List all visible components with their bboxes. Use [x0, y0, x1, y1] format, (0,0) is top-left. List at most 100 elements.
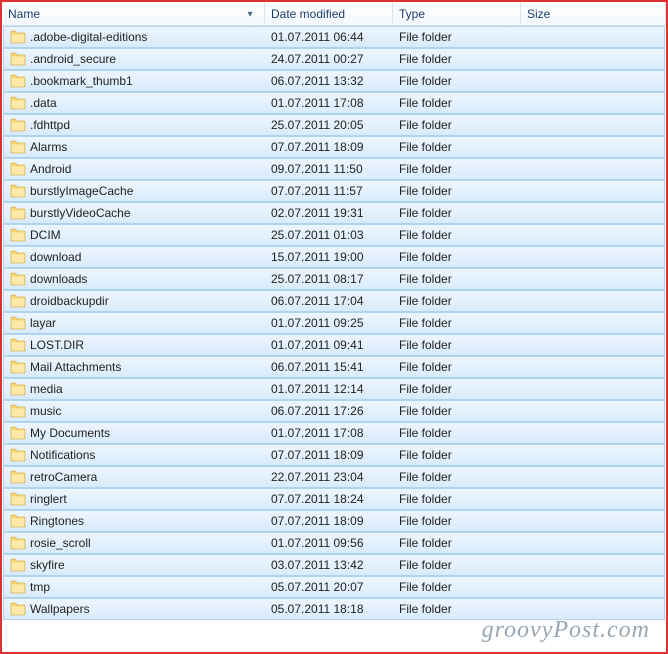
file-date-cell: 07.07.2011 18:09	[265, 514, 393, 528]
file-name-cell: download	[4, 250, 265, 264]
file-name-label: .bookmark_thumb1	[30, 74, 133, 88]
file-name-cell: layar	[4, 316, 265, 330]
column-header-date[interactable]: Date modified	[265, 2, 393, 25]
file-name-cell: skyfire	[4, 558, 265, 572]
file-type-cell: File folder	[393, 52, 521, 66]
file-name-label: .android_secure	[30, 52, 116, 66]
file-type-cell: File folder	[393, 250, 521, 264]
file-row[interactable]: layar01.07.2011 09:25File folder	[3, 312, 665, 334]
file-type-cell: File folder	[393, 536, 521, 550]
file-row[interactable]: .fdhttpd 25.07.2011 20:05File folder	[3, 114, 665, 136]
file-date-cell: 01.07.2011 17:08	[265, 426, 393, 440]
file-name-label: retroCamera	[30, 470, 97, 484]
column-header-size[interactable]: Size	[521, 2, 666, 25]
file-date-cell: 06.07.2011 13:32	[265, 74, 393, 88]
file-row[interactable]: Mail Attachments 06.07.2011 15:41File fol…	[3, 356, 665, 378]
file-row[interactable]: Android09.07.2011 11:50File folder	[3, 158, 665, 180]
folder-icon	[10, 96, 26, 110]
file-date-cell: 06.07.2011 17:04	[265, 294, 393, 308]
file-name-cell: rosie_scroll	[4, 536, 265, 550]
file-type-cell: File folder	[393, 118, 521, 132]
folder-icon	[10, 118, 26, 132]
folder-icon	[10, 448, 26, 462]
folder-icon	[10, 30, 26, 44]
file-name-label: DCIM	[30, 228, 61, 242]
file-row[interactable]: .android_secure 24.07.2011 00:27File fold…	[3, 48, 665, 70]
file-row[interactable]: tmp05.07.2011 20:07File folder	[3, 576, 665, 598]
file-type-cell: File folder	[393, 602, 521, 616]
file-row[interactable]: rosie_scroll01.07.2011 09:56File folder	[3, 532, 665, 554]
file-name-label: burstlyImageCache	[30, 184, 133, 198]
column-header-name[interactable]: Name ▼	[2, 2, 265, 25]
file-row[interactable]: skyfire03.07.2011 13:42File folder	[3, 554, 665, 576]
file-row[interactable]: droidbackupdir06.07.2011 17:04File folde…	[3, 290, 665, 312]
file-name-cell: music	[4, 404, 265, 418]
file-row[interactable]: LOST.DIR01.07.2011 09:41File folder	[3, 334, 665, 356]
file-date-cell: 03.07.2011 13:42	[265, 558, 393, 572]
file-type-cell: File folder	[393, 228, 521, 242]
file-name-cell: .fdhttpd	[4, 118, 265, 132]
folder-icon	[10, 52, 26, 66]
file-name-cell: media	[4, 382, 265, 396]
file-date-cell: 06.07.2011 15:41	[265, 360, 393, 374]
file-type-cell: File folder	[393, 382, 521, 396]
folder-icon	[10, 536, 26, 550]
file-row[interactable]: downloads25.07.2011 08:17File folder	[3, 268, 665, 290]
folder-icon	[10, 382, 26, 396]
file-name-cell: downloads	[4, 272, 265, 286]
file-row[interactable]: Alarms07.07.2011 18:09File folder	[3, 136, 665, 158]
file-row[interactable]: music06.07.2011 17:26File folder	[3, 400, 665, 422]
watermark-text: groovyPost.com	[482, 617, 650, 644]
file-date-cell: 01.07.2011 09:25	[265, 316, 393, 330]
file-date-cell: 24.07.2011 00:27	[265, 52, 393, 66]
file-name-label: downloads	[30, 272, 87, 286]
folder-icon	[10, 272, 26, 286]
file-name-label: media	[30, 382, 63, 396]
file-name-label: LOST.DIR	[30, 338, 84, 352]
file-type-cell: File folder	[393, 404, 521, 418]
file-name-cell: DCIM	[4, 228, 265, 242]
file-name-cell: My Documents	[4, 426, 265, 440]
file-row[interactable]: My Documents01.07.2011 17:08File folder	[3, 422, 665, 444]
file-date-cell: 01.07.2011 09:56	[265, 536, 393, 550]
file-row[interactable]: media01.07.2011 12:14File folder	[3, 378, 665, 400]
file-name-label: download	[30, 250, 81, 264]
file-row[interactable]: download15.07.2011 19:00File folder	[3, 246, 665, 268]
file-type-cell: File folder	[393, 470, 521, 484]
file-date-cell: 07.07.2011 18:24	[265, 492, 393, 506]
file-row[interactable]: burstlyVideoCache02.07.2011 19:31File fo…	[3, 202, 665, 224]
file-name-cell: .data	[4, 96, 265, 110]
file-type-cell: File folder	[393, 448, 521, 462]
file-row[interactable]: DCIM25.07.2011 01:03File folder	[3, 224, 665, 246]
file-type-cell: File folder	[393, 162, 521, 176]
file-type-cell: File folder	[393, 30, 521, 44]
file-name-label: Ringtones	[30, 514, 84, 528]
file-row[interactable]: retroCamera22.07.2011 23:04File folder	[3, 466, 665, 488]
file-row[interactable]: .adobe-digital-editions01.07.2011 06:44F…	[3, 26, 665, 48]
file-type-cell: File folder	[393, 74, 521, 88]
column-header-date-label: Date modified	[271, 7, 345, 21]
file-row[interactable]: .bookmark_thumb1 06.07.2011 13:32File fol…	[3, 70, 665, 92]
folder-icon	[10, 162, 26, 176]
file-row[interactable]: Ringtones07.07.2011 18:09File folder	[3, 510, 665, 532]
file-row[interactable]: Notifications07.07.2011 18:09File folder	[3, 444, 665, 466]
file-type-cell: File folder	[393, 426, 521, 440]
folder-icon	[10, 184, 26, 198]
file-name-label: Mail Attachments	[30, 360, 121, 374]
file-name-label: .fdhttpd	[30, 118, 70, 132]
file-row[interactable]: burstlyImageCache07.07.2011 11:57File fo…	[3, 180, 665, 202]
file-type-cell: File folder	[393, 580, 521, 594]
file-row[interactable]: ringlert07.07.2011 18:24File folder	[3, 488, 665, 510]
column-header-type[interactable]: Type	[393, 2, 521, 25]
file-name-label: Alarms	[30, 140, 67, 154]
file-name-label: music	[30, 404, 61, 418]
file-type-cell: File folder	[393, 96, 521, 110]
file-type-cell: File folder	[393, 360, 521, 374]
file-date-cell: 25.07.2011 20:05	[265, 118, 393, 132]
file-name-cell: .adobe-digital-editions	[4, 30, 265, 44]
file-name-label: .adobe-digital-editions	[30, 30, 147, 44]
file-date-cell: 01.07.2011 17:08	[265, 96, 393, 110]
file-row[interactable]: .data01.07.2011 17:08File folder	[3, 92, 665, 114]
folder-icon	[10, 492, 26, 506]
file-name-label: burstlyVideoCache	[30, 206, 131, 220]
